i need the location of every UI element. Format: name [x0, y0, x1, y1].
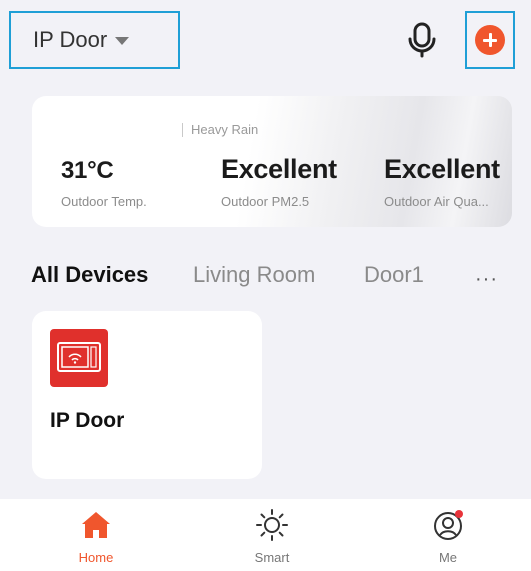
device-name: IP Door — [50, 409, 125, 432]
tab-living-room[interactable]: Living Room — [193, 262, 315, 288]
bottom-tab-bar: Home Smart Me — [0, 499, 531, 571]
plus-circle-icon — [475, 25, 505, 55]
caret-down-icon — [115, 37, 130, 45]
tab-all-devices[interactable]: All Devices — [31, 262, 148, 288]
microphone-icon[interactable] — [405, 22, 439, 58]
tabbar-item-me[interactable]: Me — [398, 499, 498, 571]
notification-badge — [455, 510, 463, 518]
metric-label: Outdoor Air Qua... — [384, 194, 489, 209]
home-icon — [82, 512, 110, 538]
top-bar: IP Door — [0, 0, 531, 80]
user-icon — [434, 510, 463, 540]
tabbar-label: Me — [438, 550, 458, 565]
weather-condition: Heavy Rain — [182, 123, 258, 137]
more-rooms-icon[interactable]: ··· — [475, 268, 498, 291]
metric-value: Excellent — [221, 154, 337, 184]
metric-outdoor-air-quality: Excellent Outdoor Air Qua... — [384, 154, 500, 209]
weather-card[interactable]: Heavy Rain 31°C Outdoor Temp. Excellent … — [32, 96, 512, 227]
tabbar-item-home[interactable]: Home — [46, 499, 146, 571]
device-card[interactable]: IP Door — [32, 311, 262, 479]
tabbar-label: Home — [78, 550, 114, 565]
intercom-monitor-icon — [50, 329, 108, 387]
metric-label: Outdoor Temp. — [61, 194, 147, 209]
metric-outdoor-pm25: Excellent Outdoor PM2.5 — [221, 154, 337, 209]
metric-label: Outdoor PM2.5 — [221, 194, 310, 209]
metric-value: Excellent — [384, 154, 500, 184]
room-tabs: All Devices Living Room Door1 ··· — [31, 262, 511, 292]
metric-outdoor-temp: 31°C Outdoor Temp. — [61, 154, 147, 209]
metric-value: 31°C — [61, 157, 114, 184]
tabbar-item-smart[interactable]: Smart — [222, 499, 322, 571]
tab-door1[interactable]: Door1 — [364, 262, 424, 288]
sun-icon — [256, 509, 288, 541]
home-selector[interactable]: IP Door — [9, 11, 180, 69]
tabbar-label: Smart — [254, 550, 290, 565]
home-name: IP Door — [33, 27, 108, 52]
add-device-button[interactable] — [465, 11, 515, 69]
